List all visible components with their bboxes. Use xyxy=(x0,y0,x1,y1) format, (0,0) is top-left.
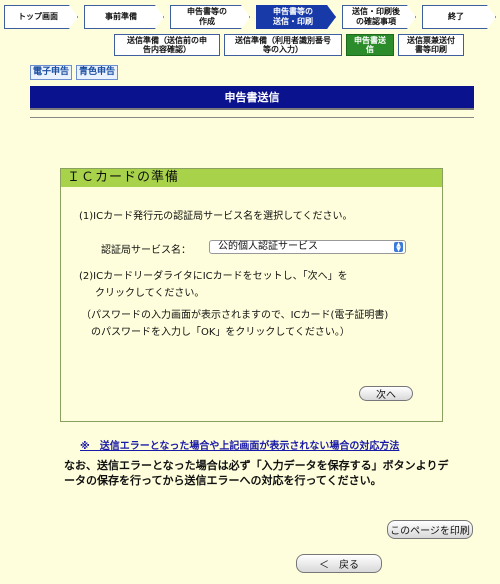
back-button[interactable]: ＜ 戻る xyxy=(296,554,382,573)
page-title: 申告書送信 xyxy=(30,86,474,110)
error-note: なお、送信エラーとなった場合は必ず「入力データを保存する」ボタンよりデータの保存… xyxy=(64,459,449,487)
instruction-step1: (1)ICカード発行元の認証局サービス名を選択してください。 xyxy=(79,211,353,222)
certificate-authority-select[interactable]: 公的個人認証サービス ▲ ▼ xyxy=(209,240,406,254)
progress-steps: トップ画面 事前準備 申告書等の 作成 申告書等の 送信・印刷 送信・印刷後 の… xyxy=(0,5,500,29)
password-note-line1: （パスワードの入力画面が表示されますので、ICカード(電子証明書) xyxy=(81,310,389,321)
tag-e-filing: 電子申告 xyxy=(30,65,73,80)
step-top: トップ画面 xyxy=(4,5,78,29)
step-create: 申告書等の 作成 xyxy=(170,5,250,29)
panel-title: ＩＣカードの準備 xyxy=(61,169,442,187)
step-preparation: 事前準備 xyxy=(84,5,164,29)
tag-blue-return: 青色申告 xyxy=(76,65,119,80)
substep-id-input: 送信準備（利用者識別番号 等の入力） xyxy=(224,34,342,56)
ic-card-panel: ＩＣカードの準備 (1)ICカード発行元の認証局サービス名を選択してください。 … xyxy=(60,168,443,422)
error-help-link[interactable]: ※ 送信エラーとなった場合や上記画面が表示されない場合の対応方法 xyxy=(80,437,399,452)
next-button[interactable]: 次へ xyxy=(359,386,413,401)
substep-send: 申告書送 信 xyxy=(346,34,394,56)
substep-print: 送信票兼送付 書等印刷 xyxy=(398,34,464,56)
step-end: 終了 xyxy=(422,5,496,29)
sub-steps: 送信準備（送信前の申 告内容確認） 送信準備（利用者識別番号 等の入力） 申告書… xyxy=(0,34,500,56)
substep-review: 送信準備（送信前の申 告内容確認） xyxy=(114,34,220,56)
divider xyxy=(30,117,474,118)
chevron-updown-icon: ▲ ▼ xyxy=(394,242,403,253)
step-send-print: 申告書等の 送信・印刷 xyxy=(256,5,336,29)
print-page-button[interactable]: このページを印刷 xyxy=(387,520,473,539)
password-note-line2: のパスワードを入力し「OK」をクリックしてください。） xyxy=(91,327,350,338)
instruction-step2-line1: (2)ICカードリーダライタにICカードをセットし、「次へ」を xyxy=(79,271,348,282)
select-label: 認証局サービス名： xyxy=(101,245,191,256)
select-value: 公的個人認証サービス xyxy=(218,241,318,252)
step-confirm: 送信・印刷後 の確認事項 xyxy=(342,5,416,29)
tags: 電子申告 青色申告 xyxy=(30,65,119,80)
instruction-step2-line2: クリックしてください。 xyxy=(95,288,205,299)
